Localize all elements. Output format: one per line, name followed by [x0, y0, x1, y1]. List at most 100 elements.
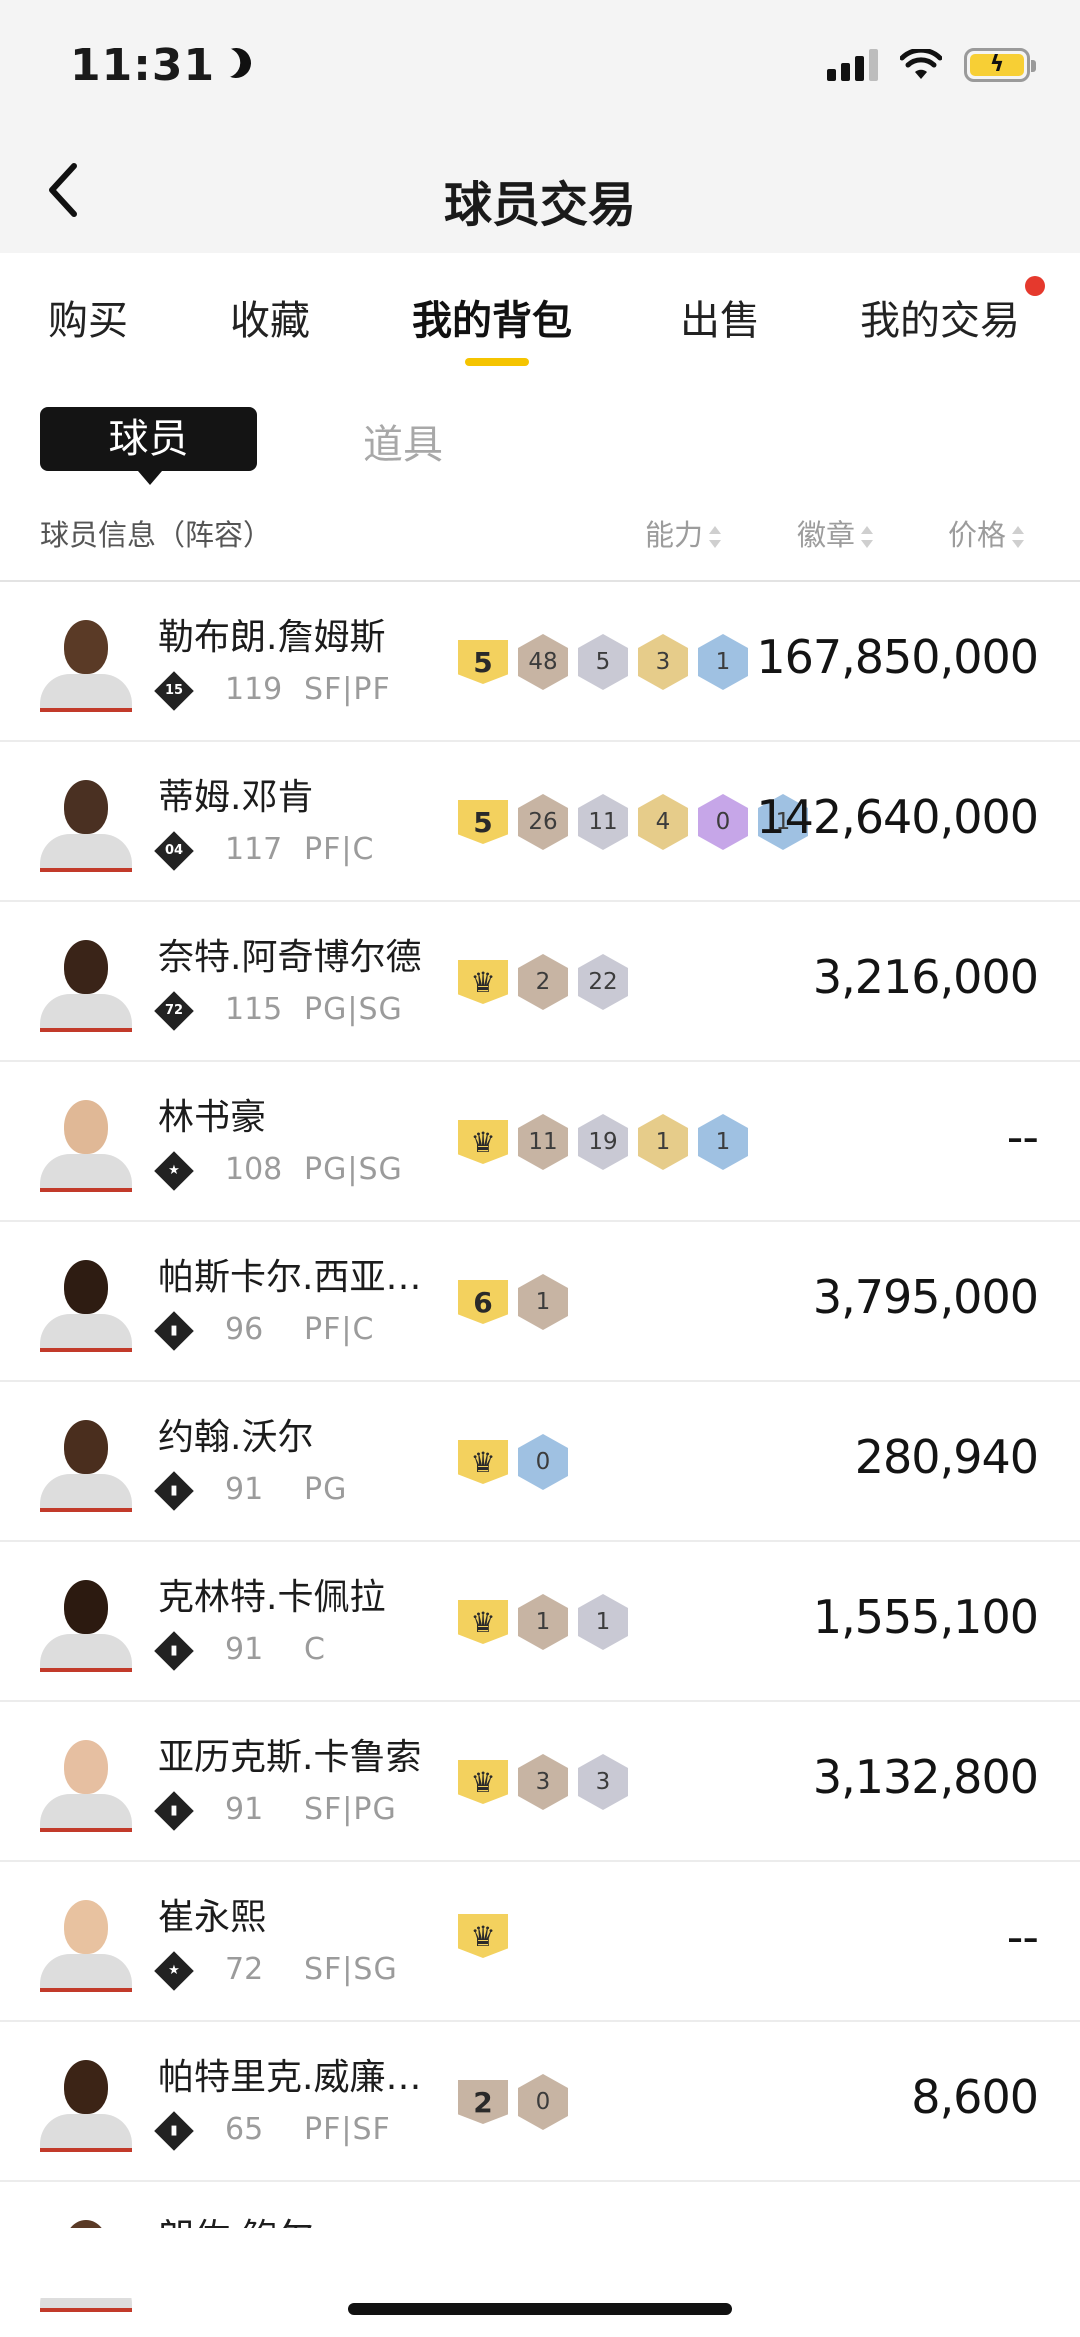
- badge-group: ♛ 2 22: [458, 954, 628, 1010]
- badge-hex-silver: 19: [578, 1114, 628, 1170]
- player-position: PF|SF: [304, 2112, 391, 2147]
- player-name: 克林特.卡佩拉: [158, 1577, 386, 1618]
- home-indicator[interactable]: [348, 2303, 732, 2315]
- player-position: PF|C: [304, 1312, 375, 1347]
- level-icon: ▮: [154, 1471, 194, 1511]
- player-avatar: [40, 1100, 132, 1192]
- sort-icon: [861, 526, 874, 548]
- player-rating: 117: [225, 832, 283, 867]
- level-icon: ★: [154, 1951, 194, 1991]
- player-name: 勒布朗.詹姆斯: [158, 617, 386, 658]
- player-avatar: [40, 2060, 132, 2152]
- player-row[interactable]: 帕斯卡尔.西亚… ▮ 96 PF|C 6 1 3,795,000: [0, 1222, 1080, 1382]
- subtab-players[interactable]: 球员: [40, 407, 257, 485]
- sort-badge[interactable]: 徽章: [797, 512, 874, 554]
- badge-hex-silver: 5: [578, 634, 628, 690]
- tab-my-backpack[interactable]: 我的背包: [412, 288, 572, 346]
- ability-tier: ♛: [458, 1914, 508, 1958]
- player-row[interactable]: 崔永熙 ★ 72 SF|SG ♛ --: [0, 1862, 1080, 2022]
- ability-tier: 6: [458, 1280, 508, 1324]
- badge-group: 6 1: [458, 1274, 568, 1330]
- page-title: 球员交易: [443, 177, 636, 233]
- ability-tier: ♛: [458, 1760, 508, 1804]
- player-row[interactable]: 蒂姆.邓肯 04 117 PF|C 5 26 11 4 0 1 142,640,000: [0, 742, 1080, 902]
- tab-favorites[interactable]: 收藏: [230, 288, 310, 346]
- badge-hex-bronze: 2: [518, 954, 568, 1010]
- player-avatar: [40, 620, 132, 712]
- level-text: 04: [164, 843, 184, 858]
- time-text: 11:31: [70, 40, 216, 91]
- player-row[interactable]: 林书豪 ★ 108 PG|SG ♛ 11 19 1 1 --: [0, 1062, 1080, 1222]
- badge-hex-gold: 3: [638, 634, 688, 690]
- ability-tier: 5: [458, 640, 508, 684]
- level-text: ▮: [170, 2123, 178, 2138]
- badge-group: 2 0: [458, 2074, 568, 2130]
- player-row[interactable]: 约翰.沃尔 ▮ 91 PG ♛ 0 280,940: [0, 1382, 1080, 1542]
- top-bar: 11:31 ϟ 球员交易: [0, 0, 1080, 253]
- level-text: 72: [164, 1003, 184, 1018]
- player-avatar: [40, 940, 132, 1032]
- level-text: 15: [164, 683, 184, 698]
- ability-tier: 5: [458, 800, 508, 844]
- tab-buy[interactable]: 购买: [48, 288, 128, 346]
- level-icon: ▮: [154, 1311, 194, 1351]
- sort-price[interactable]: 价格: [948, 512, 1025, 554]
- player-rating: 119: [225, 672, 283, 707]
- level-icon: 04: [154, 831, 194, 871]
- notification-dot: [1025, 276, 1045, 296]
- player-avatar: [40, 1260, 132, 1352]
- player-row[interactable]: 克林特.卡佩拉 ▮ 91 C ♛ 11 1,555,100: [0, 1542, 1080, 1702]
- player-avatar: [40, 1900, 132, 1992]
- badge-hex-bronze: 11: [518, 1114, 568, 1170]
- player-position: PG: [304, 1472, 348, 1507]
- badge-group: ♛ 11: [458, 1594, 628, 1650]
- player-name: 约翰.沃尔: [158, 1417, 314, 1458]
- battery-icon: ϟ: [964, 48, 1036, 82]
- wifi-icon: [900, 49, 942, 79]
- header-badge-label: 徽章: [797, 518, 856, 552]
- badge-hex-silver: 3: [578, 1754, 628, 1810]
- level-icon: ▮: [154, 2111, 194, 2151]
- player-rating: 91: [225, 1472, 264, 1507]
- sort-icon: [1012, 526, 1025, 548]
- player-name: 蒂姆.邓肯: [158, 777, 314, 818]
- player-position: PG|SG: [304, 1152, 403, 1187]
- active-tab-indicator: [465, 358, 529, 366]
- player-price: 8,600: [911, 2070, 1039, 2124]
- badge-hex-gold: 1: [638, 1114, 688, 1170]
- player-name: 奈特.阿奇博尔德: [158, 937, 422, 978]
- level-text: ★: [168, 1963, 180, 1978]
- badge-group: ♛ 33: [458, 1754, 628, 1810]
- player-price: 3,795,000: [812, 1270, 1039, 1324]
- header-ability-label: 能力: [645, 518, 704, 552]
- badge-hex-blue: 1: [698, 1114, 748, 1170]
- badge-hex-bronze: 3: [518, 1754, 568, 1810]
- level-icon: 72: [154, 991, 194, 1031]
- header-price-label: 价格: [948, 518, 1007, 552]
- level-icon: ★: [154, 1151, 194, 1191]
- signal-icon: [827, 49, 878, 81]
- subtab-items[interactable]: 道具: [363, 412, 443, 470]
- level-icon: 15: [154, 671, 194, 711]
- badge-group: ♛ 0: [458, 1434, 568, 1490]
- player-row[interactable]: 勒布朗.詹姆斯 15 119 SF|PF 5 48 5 3 1 167,850,000: [0, 582, 1080, 742]
- player-list: 勒布朗.詹姆斯 15 119 SF|PF 5 48 5 3 1 167,850,000…: [0, 582, 1080, 2337]
- level-text: ▮: [170, 1643, 178, 1658]
- tab-sell[interactable]: 出售: [680, 288, 760, 346]
- sort-ability[interactable]: 能力: [645, 512, 722, 554]
- player-position: C: [304, 1632, 326, 1667]
- ability-tier: ♛: [458, 1440, 508, 1484]
- player-price: --: [1006, 1910, 1039, 1964]
- badge-hex-silver: 11: [578, 794, 628, 850]
- badge-hex-silver: 22: [578, 954, 628, 1010]
- bottom-fade: [0, 2228, 1080, 2298]
- player-position: SF|PG: [304, 1792, 397, 1827]
- player-price: 142,640,000: [756, 790, 1039, 844]
- player-rating: 65: [225, 2112, 264, 2147]
- ability-tier: ♛: [458, 1120, 508, 1164]
- player-rating: 91: [225, 1632, 264, 1667]
- player-row[interactable]: 奈特.阿奇博尔德 72 115 PG|SG ♛ 2 22 3,216,000: [0, 902, 1080, 1062]
- tab-my-trades[interactable]: 我的交易: [860, 288, 1020, 346]
- player-row[interactable]: 帕特里克.威廉… ▮ 65 PF|SF 2 0 8,600: [0, 2022, 1080, 2182]
- player-row[interactable]: 亚历克斯.卡鲁索 ▮ 91 SF|PG ♛ 33 3,132,800: [0, 1702, 1080, 1862]
